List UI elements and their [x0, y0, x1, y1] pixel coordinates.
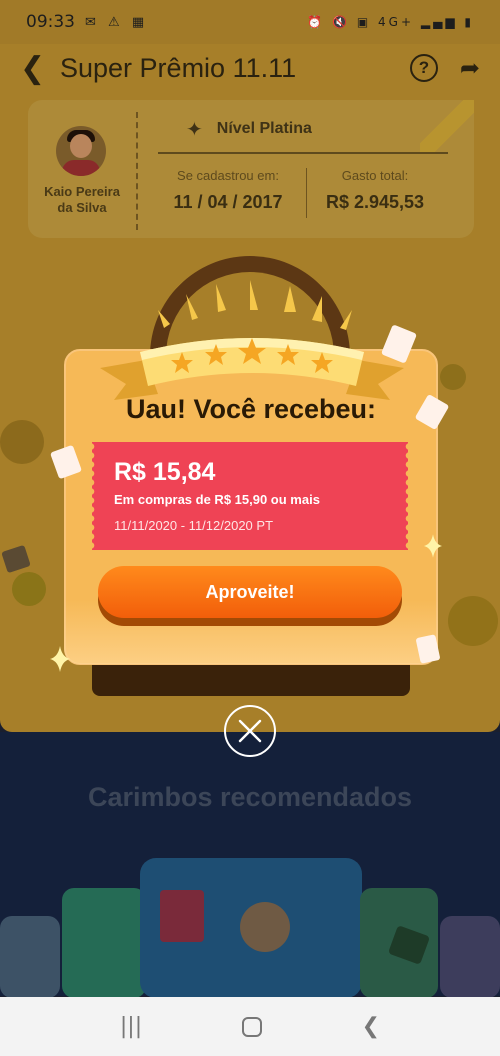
stamp-card[interactable] [62, 888, 146, 998]
recent-apps-icon[interactable]: ||| [120, 1014, 142, 1039]
rays-decoration [158, 280, 352, 330]
decorative-ball [440, 364, 466, 390]
share-icon[interactable]: ➦ [460, 54, 480, 82]
status-bar: 09:33 ✉ ⚠ ▦ ⏰ 🔇 ▣ 4G+ ▂▄▆ ▮ [0, 0, 500, 44]
stamp-artwork [240, 902, 290, 952]
level-divider [158, 152, 448, 154]
notification-icons: ✉ ⚠ ▦ [85, 15, 148, 30]
nav-back-icon[interactable]: ❮ [362, 1014, 380, 1039]
stamp-artwork [160, 890, 204, 942]
stamp-card[interactable] [0, 916, 60, 998]
stats-divider [306, 168, 307, 218]
star-banner [100, 338, 404, 400]
user-name: Kaio Pereira da Silva [44, 184, 120, 215]
coupon-amount: R$ 15,84 [114, 458, 216, 486]
level-label: Nível Platina [216, 120, 312, 137]
modal-title: Uau! Você recebeu: [125, 394, 377, 424]
sparkle-icon [424, 534, 442, 558]
coupon-validity: 11/11/2020 - 11/12/2020 PT [114, 518, 274, 533]
alarm-icon: ⏰ [307, 15, 326, 29]
mail-icon: ✉ [85, 14, 100, 30]
decorative-ball [12, 572, 46, 606]
help-icon[interactable]: ? [409, 54, 438, 82]
enjoy-button[interactable]: Aproveite! [98, 566, 402, 618]
decorative-ball [448, 596, 498, 646]
mute-icon: 🔇 [332, 15, 351, 29]
membership-level: ✦ Nível Platina [186, 117, 312, 141]
network-4g-icon: 4G+ [378, 15, 415, 29]
battery-icon: ▮ [464, 15, 474, 29]
registered-label: Se cadastrou em: [177, 168, 279, 183]
registered-date: 11 / 04 / 2017 [173, 192, 283, 212]
total-spent-value: R$ 2.945,53 [325, 192, 425, 212]
close-modal-button[interactable] [224, 705, 276, 757]
sparkle-icon [50, 646, 70, 672]
card-divider [136, 112, 138, 230]
system-icons: ⏰ 🔇 ▣ 4G+ ▂▄▆ ▮ [307, 15, 474, 29]
page-title: Super Prêmio 11.11 [60, 52, 297, 83]
status-time: 09:33 [26, 12, 75, 32]
back-arrow-icon[interactable]: ❮ [20, 51, 54, 86]
corner-ribbon [420, 100, 474, 154]
coupon-condition: Em compras de R$ 15,90 ou mais [114, 492, 320, 507]
diamond-icon: ✦ [186, 117, 203, 141]
stamp-card[interactable] [440, 916, 500, 998]
system-nav-bar: ||| ❮ [0, 997, 500, 1056]
section-title: Carimbos recomendados [87, 782, 413, 812]
alert-icon: ⚠ [108, 14, 124, 30]
close-icon [238, 719, 262, 743]
avatar [56, 126, 106, 176]
decorative-ball [0, 420, 44, 464]
calendar-icon: ▦ [131, 14, 149, 30]
nfc-icon: ▣ [356, 15, 372, 29]
signal-icon: ▂▄▆ [420, 15, 458, 29]
home-icon[interactable] [241, 1016, 262, 1037]
app-bar: ❮ Super Prêmio 11.11 ? ➦ [0, 44, 500, 92]
total-spent-label: Gasto total: [341, 168, 409, 183]
